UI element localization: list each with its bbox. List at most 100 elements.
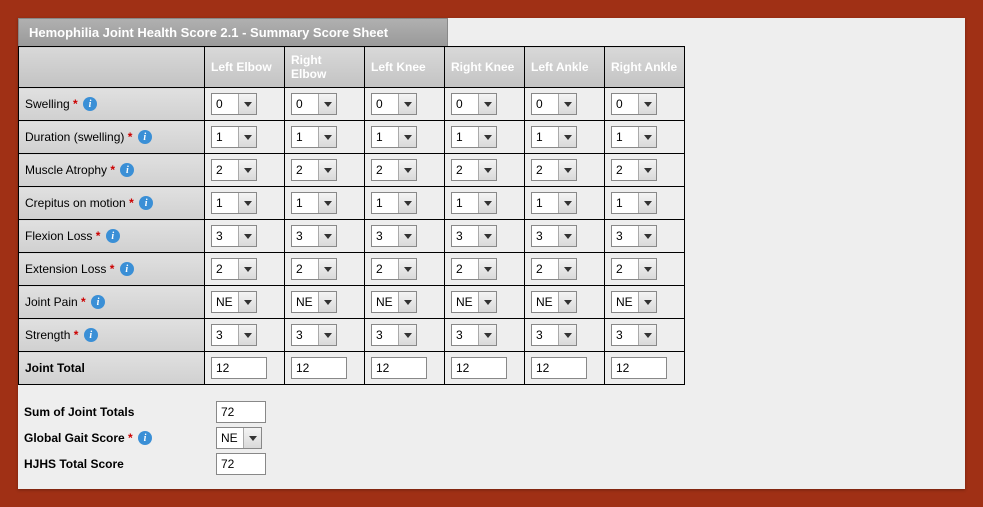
info-icon[interactable]: i [138,431,152,445]
info-icon[interactable]: i [120,262,134,276]
chevron-down-icon [318,94,336,114]
value-cell: 0 [205,88,285,121]
info-icon[interactable]: i [120,163,134,177]
score-select[interactable]: 3 [211,324,257,346]
score-select[interactable]: 0 [371,93,417,115]
value-cell: 3 [285,319,365,352]
joint-total-input[interactable] [211,357,267,379]
score-select[interactable]: 2 [531,258,577,280]
hjhs-total-input[interactable] [216,453,266,475]
score-select[interactable]: 0 [451,93,497,115]
table-row: Crepitus on motion * i111111 [19,187,685,220]
score-select[interactable]: NE [451,291,497,313]
score-value: 1 [212,196,238,210]
col-right-elbow: Right Elbow [285,47,365,88]
joint-total-input[interactable] [291,357,347,379]
score-select[interactable]: 2 [211,258,257,280]
row-label: Swelling [25,97,70,111]
joint-total-input[interactable] [371,357,427,379]
score-select[interactable]: 1 [451,192,497,214]
score-table: Left Elbow Right Elbow Left Knee Right K… [18,46,685,385]
chevron-down-icon [638,127,656,147]
value-cell: 2 [205,154,285,187]
joint-total-input[interactable] [451,357,507,379]
chevron-down-icon [398,259,416,279]
score-value: 0 [292,97,318,111]
global-gait-select[interactable]: NE [216,427,262,449]
info-icon[interactable]: i [106,229,120,243]
score-select[interactable]: NE [291,291,337,313]
score-value: 2 [612,163,638,177]
chevron-down-icon [318,127,336,147]
required-marker: * [96,229,101,243]
score-select[interactable]: 3 [531,225,577,247]
score-select[interactable]: 3 [611,225,657,247]
score-select[interactable]: 1 [291,126,337,148]
score-select[interactable]: 3 [211,225,257,247]
score-select[interactable]: NE [611,291,657,313]
score-select[interactable]: 3 [611,324,657,346]
score-value: 1 [292,196,318,210]
chevron-down-icon [558,94,576,114]
score-select[interactable]: 2 [531,159,577,181]
score-select[interactable]: 0 [531,93,577,115]
joint-total-input[interactable] [611,357,667,379]
score-select[interactable]: NE [211,291,257,313]
score-select[interactable]: 0 [611,93,657,115]
score-select[interactable]: NE [371,291,417,313]
chevron-down-icon [478,160,496,180]
info-icon[interactable]: i [84,328,98,342]
score-select[interactable]: 3 [451,225,497,247]
chevron-down-icon [398,226,416,246]
row-label-cell: Flexion Loss * i [19,220,205,253]
value-cell: 3 [605,319,685,352]
score-select[interactable]: 1 [531,192,577,214]
score-select[interactable]: NE [531,291,577,313]
sum-of-totals-input[interactable] [216,401,266,423]
joint-total-input[interactable] [531,357,587,379]
score-select[interactable]: 1 [371,126,417,148]
score-select[interactable]: 1 [291,192,337,214]
score-select[interactable]: 3 [371,225,417,247]
info-icon[interactable]: i [139,196,153,210]
score-select[interactable]: 2 [371,159,417,181]
score-select[interactable]: 1 [451,126,497,148]
score-select[interactable]: 2 [211,159,257,181]
score-select[interactable]: 3 [371,324,417,346]
score-value: NE [452,295,478,309]
score-select[interactable]: 2 [291,159,337,181]
score-select[interactable]: 2 [371,258,417,280]
score-select[interactable]: 1 [531,126,577,148]
chevron-down-icon [478,292,496,312]
table-row: Flexion Loss * i 3 3 3 3 3 3 [19,220,685,253]
joint-total-row: Joint Total [19,352,685,385]
score-select[interactable]: 1 [211,126,257,148]
score-select[interactable]: 2 [611,258,657,280]
row-label-cell: Swelling * i [19,88,205,121]
chevron-down-icon [238,292,256,312]
chevron-down-icon [318,193,336,213]
chevron-down-icon [478,193,496,213]
info-icon[interactable]: i [83,97,97,111]
score-select[interactable]: 1 [371,192,417,214]
score-select[interactable]: 1 [611,126,657,148]
score-select[interactable]: 3 [291,225,337,247]
value-cell: 1 [365,187,445,220]
score-select[interactable]: 1 [611,192,657,214]
required-marker: * [129,196,134,210]
value-cell: NE [365,286,445,319]
score-select[interactable]: 0 [291,93,337,115]
score-select[interactable]: 2 [451,159,497,181]
score-select[interactable]: 2 [611,159,657,181]
score-select[interactable]: 2 [291,258,337,280]
info-icon[interactable]: i [138,130,152,144]
score-select[interactable]: 3 [531,324,577,346]
score-select[interactable]: 0 [211,93,257,115]
score-select[interactable]: 1 [211,192,257,214]
score-value: 1 [612,130,638,144]
info-icon[interactable]: i [91,295,105,309]
score-select[interactable]: 2 [451,258,497,280]
score-select[interactable]: 3 [451,324,497,346]
col-right-ankle: Right Ankle [605,47,685,88]
score-select[interactable]: 3 [291,324,337,346]
